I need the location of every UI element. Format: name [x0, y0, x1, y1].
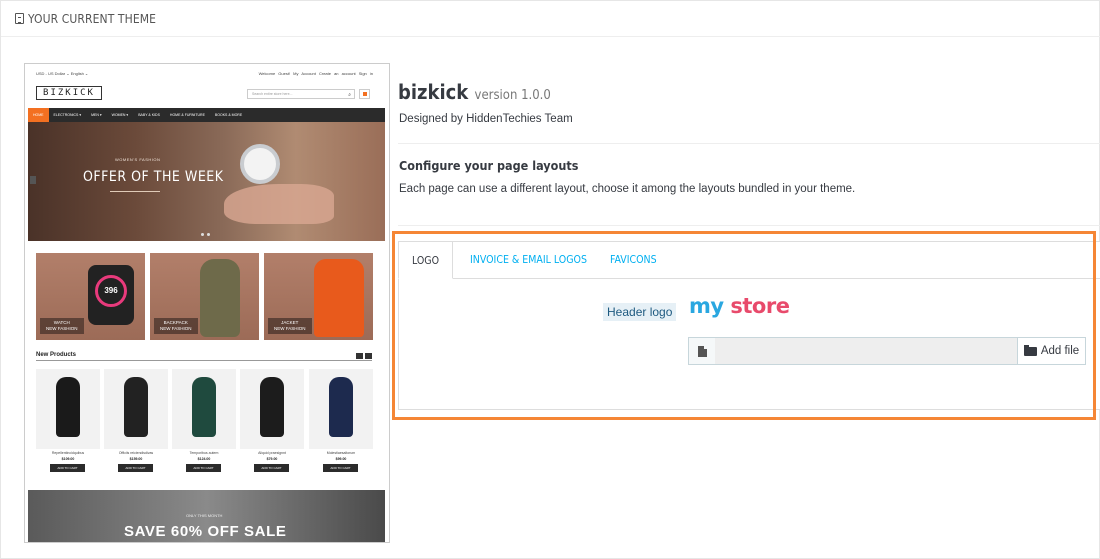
preview-hero-slider: WOMEN'S FASHION OFFER OF THE WEEK	[28, 122, 385, 241]
add-to-cart-button: ADD TO CART	[323, 464, 358, 472]
next-arrow-icon	[365, 353, 372, 359]
preview-banner-watch: 396 WATCH NEW FASHION	[36, 253, 145, 340]
banner-sub: NEW FASHION	[46, 326, 78, 331]
hero-watch-image	[240, 144, 280, 184]
preview-product: Officiis reiciendisdivas $159.00 ADD TO …	[104, 369, 168, 474]
product-figure	[124, 377, 148, 437]
preview-product: Temporibus autem $124.00 ADD TO CART	[172, 369, 236, 474]
preview-product: Molestiaesaltorum $99.00 ADD TO CART	[309, 369, 373, 474]
preview-nav-item: BABY & KIDS	[138, 113, 160, 117]
hero-arm-image	[224, 184, 334, 224]
preview-nav-item: ELECTRONICS ▾	[53, 113, 82, 117]
sale-banner-title: SAVE 60% OFF SALE	[124, 523, 287, 540]
product-image	[104, 369, 168, 449]
add-to-cart-button: ADD TO CART	[50, 464, 85, 472]
theme-version: version 1.0.0	[474, 88, 551, 103]
add-to-cart-button: ADD TO CART	[118, 464, 153, 472]
hero-title: OFFER OF THE WEEK	[83, 169, 224, 185]
banner-label: BACKPACK	[163, 320, 188, 325]
product-name: Repellentincidquibus	[51, 451, 85, 455]
preview-banner-jacket: JACKET NEW FASHION	[264, 253, 373, 340]
prev-arrow-icon	[356, 353, 363, 359]
preview-nav-item: HOME & FURNITURE	[169, 113, 205, 117]
product-price: $79.00	[266, 457, 278, 461]
banner-caption: BACKPACK NEW FASHION	[154, 318, 198, 334]
banner-caption: WATCH NEW FASHION	[40, 318, 84, 334]
product-name: Aliquid praesignnt	[258, 451, 286, 455]
preview-topbar: USD - US Dollar ⌄ English ⌄ Welcome Gues…	[25, 64, 389, 84]
preview-nav-item: MEN ▾	[91, 113, 102, 117]
product-figure	[192, 377, 216, 437]
preview-product: Aliquid praesignnt $79.00 ADD TO CART	[240, 369, 304, 474]
product-name: Temporibus autem	[189, 451, 219, 455]
banner-label: JACKET	[281, 320, 299, 325]
product-price: $99.00	[335, 457, 347, 461]
product-price: $159.00	[129, 457, 143, 461]
cart-icon	[359, 89, 370, 99]
smartwatch-image: 396	[88, 265, 134, 325]
jacket-image	[314, 259, 364, 337]
add-to-cart-button: ADD TO CART	[254, 464, 289, 472]
banner-label: WATCH	[53, 320, 70, 325]
banner-caption: JACKET NEW FASHION	[268, 318, 312, 334]
hero-ornament	[110, 191, 160, 195]
sale-banner-subtitle: ONLY THIS MONTH	[186, 513, 223, 518]
theme-preview-image: USD - US Dollar ⌄ English ⌄ Welcome Gues…	[24, 63, 390, 543]
smartwatch-ring: 396	[95, 275, 127, 307]
panel-heading: YOUR CURRENT THEME	[1, 1, 1100, 37]
banner-sub: NEW FASHION	[274, 326, 306, 331]
preview-nav-item: WOMEN ▾	[111, 113, 129, 117]
preview-sale-banner: ONLY THIS MONTH SAVE 60% OFF SALE	[28, 490, 385, 542]
theme-name-text: bizkick	[398, 80, 469, 104]
preview-currency-language: USD - US Dollar ⌄ English ⌄	[36, 71, 89, 76]
product-price: $109.00	[61, 457, 75, 461]
product-image	[309, 369, 373, 449]
product-name: Officiis reiciendisdivas	[118, 451, 154, 455]
divider	[398, 143, 1100, 144]
product-figure	[260, 377, 284, 437]
preview-search: Search entire store here... ⌕	[247, 89, 355, 99]
highlight-box	[392, 231, 1096, 420]
add-to-cart-button: ADD TO CART	[186, 464, 221, 472]
configure-layouts-title: Configure your page layouts	[399, 158, 579, 173]
preview-logo: BIZKICK	[36, 86, 102, 100]
slider-prev-icon	[30, 176, 36, 184]
hero-subtitle: WOMEN'S FASHION	[115, 157, 161, 162]
product-figure	[329, 377, 353, 437]
slider-dots	[201, 233, 211, 236]
new-products-heading: New Products	[36, 352, 77, 358]
preview-nav: HOME ELECTRONICS ▾ MEN ▾ WOMEN ▾ BABY & …	[28, 108, 385, 122]
preview-account-links: Welcome Guest! My Account Create an acco…	[258, 71, 373, 76]
configure-layouts-description: Each page can use a different layout, ch…	[399, 183, 856, 195]
product-name: Molestiaesaltorum	[326, 451, 356, 455]
panel-heading-title: YOUR CURRENT THEME	[28, 11, 157, 26]
divider	[398, 225, 1100, 226]
product-image	[36, 369, 100, 449]
theme-designer: Designed by HiddenTechies Team	[399, 113, 573, 125]
preview-nav-item: BOOKS & MORE	[214, 113, 243, 117]
new-products-divider	[36, 360, 372, 361]
html5-icon	[15, 13, 24, 24]
preview-product: Repellentincidquibus $109.00 ADD TO CART	[36, 369, 100, 474]
product-image	[172, 369, 236, 449]
banner-sub: NEW FASHION	[160, 326, 192, 331]
search-icon: ⌕	[348, 92, 351, 98]
product-figure	[56, 377, 80, 437]
product-image	[240, 369, 304, 449]
preview-nav-item: HOME	[28, 108, 49, 122]
theme-name: bizkick version 1.0.0	[398, 80, 551, 104]
product-price: $124.00	[197, 457, 211, 461]
preview-search-placeholder: Search entire store here...	[252, 92, 293, 96]
backpack-image	[200, 259, 240, 337]
preview-banner-backpack: BACKPACK NEW FASHION	[150, 253, 259, 340]
